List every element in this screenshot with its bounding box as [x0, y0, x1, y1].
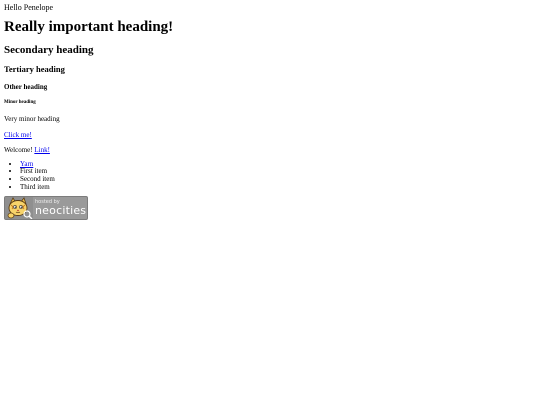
- welcome-link[interactable]: Link!: [34, 146, 50, 154]
- heading-2: Secondary heading: [4, 44, 94, 57]
- click-me-link[interactable]: Click me!: [4, 131, 32, 139]
- heading-5: Minor heading: [4, 99, 36, 105]
- heading-3: Tertiary heading: [4, 64, 65, 75]
- heading-6: Very minor heading: [4, 114, 60, 123]
- item-list: Yarn First item Second item Third item: [4, 160, 536, 192]
- greeting-text: Hello Penelope: [4, 3, 54, 12]
- click-paragraph: Click me!: [4, 131, 536, 139]
- list-item: Third item: [20, 183, 536, 192]
- badge-big-text: neocities: [35, 203, 87, 217]
- list-item-yarn: Yarn: [20, 160, 536, 169]
- list-item: First item: [20, 168, 536, 176]
- page: Hello Penelope Really important heading!…: [0, 0, 540, 405]
- heading-4: Other heading: [4, 82, 48, 91]
- hosted-by-neocities-badge[interactable]: hosted by neocities: [4, 195, 88, 220]
- welcome-paragraph: Welcome! Link!: [4, 146, 536, 154]
- heading-1: Really important heading!: [4, 19, 174, 36]
- badge-text: hosted by neocities: [33, 199, 87, 217]
- list-item: Second item: [20, 175, 536, 184]
- welcome-text: Welcome!: [4, 145, 33, 154]
- neocities-cat-icon: [5, 196, 33, 219]
